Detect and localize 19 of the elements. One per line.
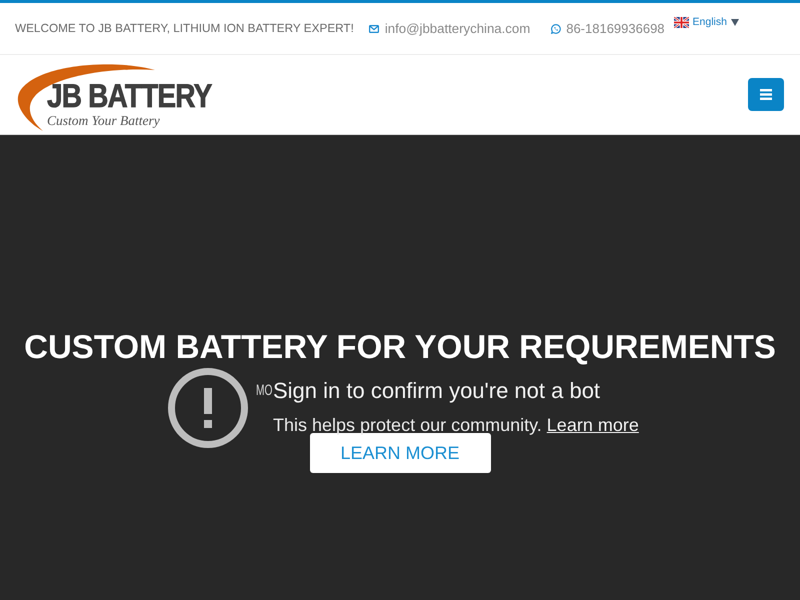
hero-title: CUSTOM BATTERY FOR YOUR REQUREMENTS: [24, 327, 776, 367]
learn-more-link[interactable]: Learn more: [546, 415, 639, 435]
welcome-text: WELCOME TO JB BATTERY, LITHIUM ION BATTERY EXPERT!: [15, 22, 354, 35]
caret-icon: [731, 18, 739, 26]
menu-icon: [760, 89, 772, 100]
phone-number: 86-18169936698: [566, 21, 665, 36]
hero-subtitle: MO: [256, 381, 272, 401]
language-selector[interactable]: English: [674, 16, 739, 28]
video-error-title: Sign in to confirm you're not a bot: [273, 378, 600, 404]
video-error-message: This helps protect our community. Learn more: [273, 414, 639, 436]
chat-phone-icon: [551, 24, 562, 34]
logo-tagline: Custom Your Battery: [47, 112, 160, 128]
flag-icon: [674, 16, 689, 28]
menu-button[interactable]: [748, 78, 784, 111]
exclamation-circle-icon: [168, 368, 248, 448]
logo-wordmark: JB BATTERY: [47, 80, 212, 112]
email-link[interactable]: info@jbbatterychina.com: [384, 21, 530, 36]
mail-icon: [368, 24, 379, 32]
learn-more-button[interactable]: LEARN MORE: [310, 433, 490, 473]
